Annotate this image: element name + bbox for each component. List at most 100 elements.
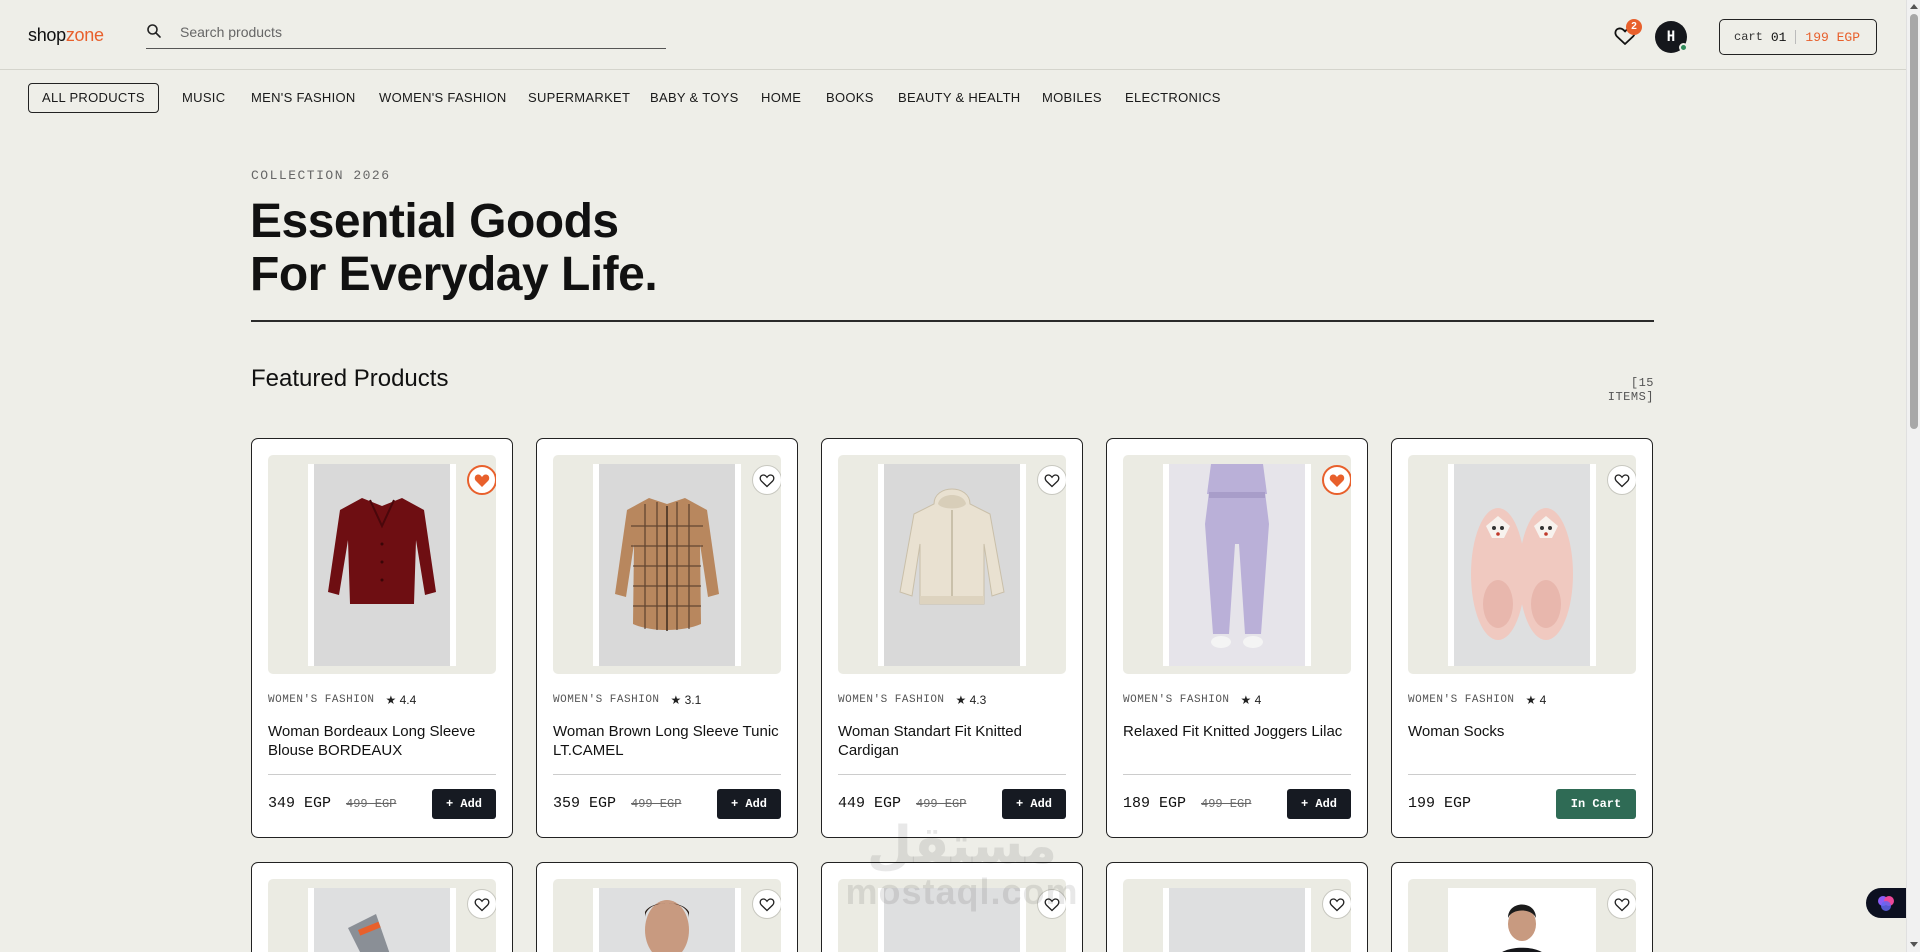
product-rating: ★ 4.4 [385, 693, 417, 707]
search-bar [146, 20, 666, 49]
product-price: 349 EGP [268, 795, 332, 812]
product-image[interactable] [1123, 879, 1351, 952]
category-mens-fashion[interactable]: MEN'S FASHION [251, 83, 356, 113]
heart-outline-icon [1044, 473, 1060, 487]
card-divider [268, 774, 496, 775]
favorite-toggle[interactable] [467, 889, 496, 919]
favorite-toggle[interactable] [1322, 889, 1351, 919]
product-card[interactable]: WOMEN'S FASHION ★ 4 Relaxed Fit Knitted … [1106, 438, 1368, 838]
product-image[interactable] [1408, 879, 1636, 952]
product-price: 449 EGP [838, 795, 902, 812]
logo-part-2: zone [65, 25, 104, 45]
heart-outline-icon [1614, 897, 1630, 911]
product-old-price: 499 EGP [631, 797, 682, 811]
category-baby-toys[interactable]: BABY & TOYS [650, 83, 739, 113]
category-books[interactable]: BOOKS [826, 83, 874, 113]
product-image[interactable] [268, 879, 496, 952]
section-item-count: [15 ITEMS] [1607, 376, 1654, 404]
product-photo [878, 464, 1026, 666]
category-music[interactable]: MUSIC [182, 83, 225, 113]
favorite-toggle[interactable] [752, 889, 781, 919]
hero-title-line-2: For Everyday Life. [250, 248, 658, 301]
in-cart-button[interactable]: In Cart [1556, 789, 1636, 819]
category-beauty-health[interactable]: BEAUTY & HEALTH [898, 83, 1021, 113]
product-price: 359 EGP [553, 795, 617, 812]
category-mobiles[interactable]: MOBILES [1042, 83, 1102, 113]
category-home[interactable]: HOME [761, 83, 801, 113]
page-scrollbar[interactable] [1906, 0, 1920, 952]
add-to-cart-button[interactable]: + Add [717, 789, 781, 819]
favorite-toggle[interactable] [1322, 465, 1351, 495]
search-input[interactable] [180, 21, 650, 43]
heart-outline-icon [759, 473, 775, 487]
product-card[interactable]: WOMEN'S FASHION ★ 4.3 Woman Standart Fit… [821, 438, 1083, 838]
logo-part-1: shop [28, 25, 66, 45]
favorite-toggle[interactable] [1607, 465, 1636, 495]
product-card[interactable] [1106, 862, 1368, 952]
product-title[interactable]: Woman Bordeaux Long Sleeve Blouse BORDEA… [268, 722, 500, 760]
hero-title-line-1: Essential Goods [250, 195, 619, 248]
cart-separator [1795, 30, 1797, 44]
assistant-launcher-button[interactable] [1866, 888, 1906, 918]
joggers-icon [1205, 464, 1269, 648]
cart-button[interactable]: cart 01 199 EGP [1719, 19, 1877, 55]
logo[interactable]: shopzone [28, 25, 104, 46]
scroll-up-arrow-icon[interactable] [1910, 4, 1918, 9]
watermark-latin: mostaql.com [845, 871, 1079, 912]
product-category: WOMEN'S FASHION [553, 694, 660, 706]
product-card[interactable] [251, 862, 513, 952]
favorite-toggle[interactable] [1037, 465, 1066, 495]
product-rating: ★ 4.3 [955, 693, 987, 707]
product-image[interactable] [553, 879, 781, 952]
category-electronics[interactable]: ELECTRONICS [1125, 83, 1221, 113]
product-title[interactable]: Woman Standart Fit Knitted Cardigan [838, 722, 1070, 760]
product-old-price: 499 EGP [346, 797, 397, 811]
product-category: WOMEN'S FASHION [1408, 694, 1515, 706]
favorite-toggle[interactable] [1607, 889, 1636, 919]
product-card[interactable] [536, 862, 798, 952]
portrait-model-icon [1502, 904, 1542, 952]
blouse-icon [328, 498, 436, 604]
product-title[interactable]: Woman Socks [1408, 722, 1640, 741]
add-to-cart-button[interactable]: + Add [1287, 789, 1351, 819]
add-to-cart-button[interactable]: + Add [432, 789, 496, 819]
watermark: مستقل mostaql.com [842, 818, 1082, 910]
online-status-dot [1679, 43, 1688, 52]
product-image[interactable] [553, 455, 781, 674]
category-womens-fashion[interactable]: WOMEN'S FASHION [379, 83, 507, 113]
favorite-toggle[interactable] [752, 465, 781, 495]
product-rating: ★ 4 [1240, 693, 1262, 707]
product-card[interactable]: WOMEN'S FASHION ★ 4.4 Woman Bordeaux Lon… [251, 438, 513, 838]
portrait-model-icon [645, 900, 689, 952]
add-to-cart-button[interactable]: + Add [1002, 789, 1066, 819]
category-all-products[interactable]: ALL PRODUCTS [28, 83, 159, 113]
product-title[interactable]: Woman Brown Long Sleeve Tunic LT.CAMEL [553, 722, 785, 760]
product-price: 199 EGP [1408, 795, 1472, 812]
scrollbar-thumb[interactable] [1910, 14, 1918, 429]
heart-outline-icon [1329, 897, 1345, 911]
wishlist-count-badge: 2 [1626, 19, 1642, 35]
product-image[interactable] [1408, 455, 1636, 674]
product-card[interactable] [1391, 862, 1653, 952]
product-meta: WOMEN'S FASHION ★ 4.4 [268, 693, 416, 707]
product-card[interactable]: WOMEN'S FASHION ★ 3.1 Woman Brown Long S… [536, 438, 798, 838]
product-photo [1448, 464, 1596, 666]
card-divider [838, 774, 1066, 775]
product-meta: WOMEN'S FASHION ★ 4.3 [838, 693, 986, 707]
category-supermarket[interactable]: SUPERMARKET [528, 83, 630, 113]
product-image[interactable] [1123, 455, 1351, 674]
product-category: WOMEN'S FASHION [1123, 694, 1230, 706]
cart-total: 199 EGP [1805, 29, 1861, 45]
product-image[interactable] [838, 455, 1066, 674]
favorite-toggle[interactable] [467, 465, 496, 495]
assistant-brain-icon [1878, 896, 1894, 911]
product-card[interactable]: WOMEN'S FASHION ★ 4 Woman Socks 199 EGP … [1391, 438, 1653, 838]
search-icon [147, 24, 161, 38]
scroll-down-arrow-icon[interactable] [1910, 942, 1918, 947]
watermark-arabic: مستقل [866, 816, 1058, 876]
heart-outline-icon [1614, 473, 1630, 487]
product-title[interactable]: Relaxed Fit Knitted Joggers Lilac [1123, 722, 1355, 741]
product-image[interactable] [268, 455, 496, 674]
product-meta: WOMEN'S FASHION ★ 4 [1408, 693, 1546, 707]
product-meta: WOMEN'S FASHION ★ 3.1 [553, 693, 701, 707]
